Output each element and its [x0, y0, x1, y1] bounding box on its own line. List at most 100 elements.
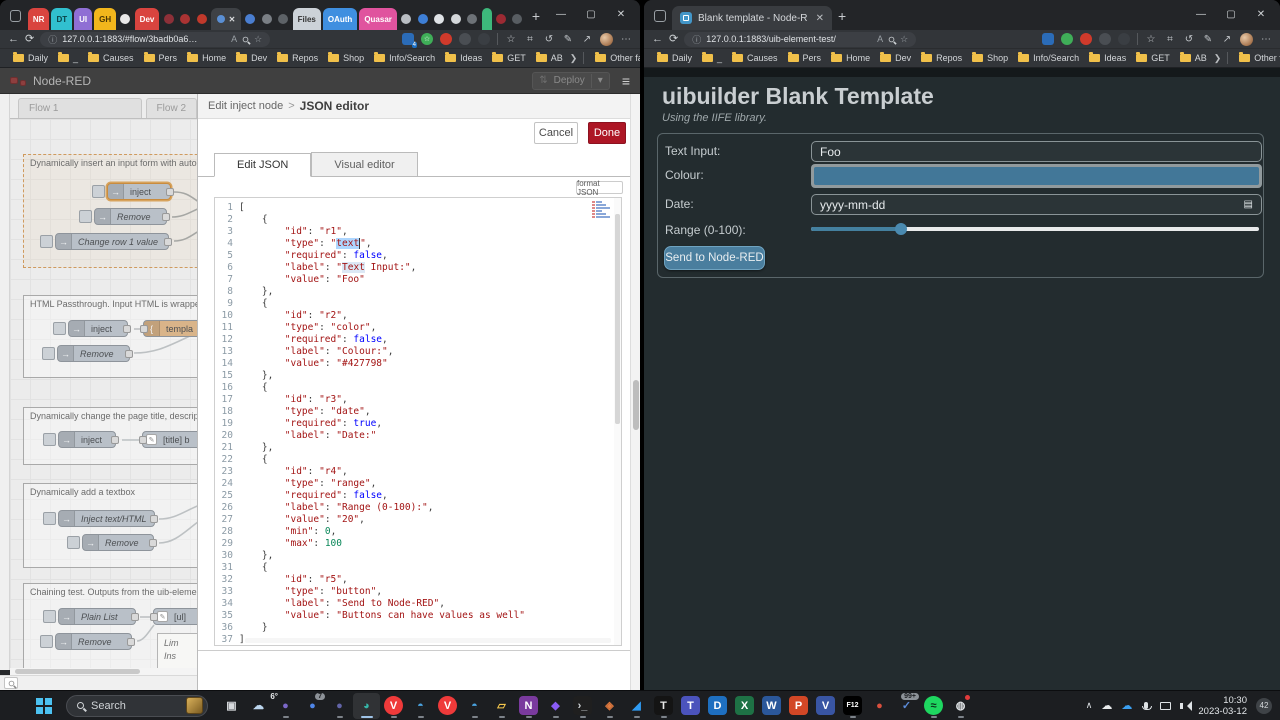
- f12-taskbar-icon[interactable]: F12: [839, 693, 866, 719]
- code-line[interactable]: 18 "type": "date",: [215, 406, 621, 418]
- vscode-taskbar-icon[interactable]: ◢: [623, 693, 650, 719]
- inject-node[interactable]: → inject: [92, 183, 174, 200]
- onedrive-icon[interactable]: ☁: [1121, 699, 1132, 712]
- inject-node[interactable]: → Plain List: [43, 608, 139, 625]
- typora-taskbar-icon[interactable]: T: [650, 693, 677, 719]
- code-line[interactable]: 1[: [215, 202, 621, 214]
- teams-taskbar-icon[interactable]: ●: [326, 693, 353, 719]
- adblock-icon[interactable]: [1080, 33, 1092, 45]
- inject-trigger-button[interactable]: [43, 433, 56, 446]
- tab-darkred-2-icon[interactable]: [178, 8, 193, 30]
- code-line[interactable]: 17 "id": "r3",: [215, 394, 621, 406]
- inject-node[interactable]: → Change row 1 value: [40, 233, 172, 250]
- vivaldi-2-taskbar-icon[interactable]: V: [434, 693, 461, 719]
- code-line[interactable]: 30 },: [215, 550, 621, 562]
- maximize-button[interactable]: ▢: [1216, 0, 1246, 30]
- read-aloud-icon[interactable]: A: [231, 34, 237, 44]
- deploy-options-icon[interactable]: ▾: [598, 75, 603, 86]
- edit-icon[interactable]: ✎: [562, 33, 574, 45]
- password-manager-icon[interactable]: 4: [402, 33, 417, 48]
- bookmarks-chevron-icon[interactable]: ❯: [570, 53, 578, 64]
- close-button[interactable]: ✕: [1246, 0, 1276, 30]
- code-line[interactable]: 7 "value": "Foo": [215, 274, 621, 286]
- template-node[interactable]: {templa: [140, 320, 197, 337]
- tab-dt[interactable]: DT: [51, 8, 73, 30]
- code-line[interactable]: 26 "label": "Range (0-100):",: [215, 502, 621, 514]
- tab-quasar[interactable]: Quasar: [359, 8, 397, 30]
- site-info-icon[interactable]: ⓘ: [48, 33, 57, 46]
- tab-dark-3-icon[interactable]: [510, 8, 525, 30]
- inject-node[interactable]: → Remove: [40, 633, 135, 650]
- tab-visual-editor[interactable]: Visual editor: [311, 152, 418, 176]
- range-slider[interactable]: [811, 223, 1259, 235]
- cookie-extension-icon[interactable]: [478, 33, 490, 45]
- tab-flow-1[interactable]: Flow 1: [18, 98, 142, 118]
- code-line[interactable]: 2 {: [215, 214, 621, 226]
- page-scrollbar[interactable]: [630, 94, 640, 690]
- code-line[interactable]: 34 "label": "Send to Node-RED",: [215, 598, 621, 610]
- tab-grid-icon[interactable]: [465, 8, 480, 30]
- inject-node[interactable]: → inject: [53, 320, 131, 337]
- collections-icon[interactable]: ☆: [505, 33, 517, 45]
- code-line[interactable]: 20 "label": "Date:": [215, 430, 621, 442]
- tab-ui[interactable]: UI: [74, 8, 93, 30]
- code-line[interactable]: 23 "id": "r4",: [215, 466, 621, 478]
- settings-more-icon[interactable]: ⋯: [620, 33, 632, 45]
- search-icon[interactable]: [888, 36, 895, 42]
- word-taskbar-icon[interactable]: W: [758, 693, 785, 719]
- privacy-check-icon[interactable]: ☆: [421, 33, 433, 45]
- calendar-icon[interactable]: ▤: [1244, 199, 1253, 210]
- microphone-icon[interactable]: [1141, 702, 1152, 710]
- volume-icon[interactable]: [1180, 700, 1193, 711]
- bookmark-item[interactable]: Pers: [139, 52, 183, 63]
- inject-node[interactable]: → Inject text/HTML: [43, 510, 158, 527]
- editor-h-scrollbar[interactable]: [245, 638, 611, 643]
- text-input-field[interactable]: Foo: [811, 141, 1262, 162]
- taskbar-search[interactable]: Search: [66, 694, 208, 717]
- inject-node[interactable]: → inject: [43, 431, 119, 448]
- site-info-icon[interactable]: ⓘ: [692, 33, 701, 46]
- dark-extension-icon[interactable]: [459, 33, 471, 45]
- tab-red-3-icon[interactable]: [194, 8, 209, 30]
- code-line[interactable]: 5 "required": false,: [215, 250, 621, 262]
- history-icon[interactable]: ↺: [1183, 33, 1195, 45]
- bookmark-item[interactable]: GET: [1131, 52, 1175, 63]
- code-line[interactable]: 35 "value": "Buttons can have values as …: [215, 610, 621, 622]
- search-icon[interactable]: [242, 36, 249, 42]
- tab-blue-1-icon[interactable]: [243, 8, 258, 30]
- todo-taskbar-icon[interactable]: ✓ 99+: [893, 692, 920, 719]
- bookmark-item[interactable]: AB: [531, 52, 568, 63]
- code-line[interactable]: 15 },: [215, 370, 621, 382]
- bookmark-item[interactable]: Daily: [652, 52, 697, 63]
- tab-search-icon[interactable]: [10, 10, 21, 22]
- code-line[interactable]: 3 "id": "r1",: [215, 226, 621, 238]
- tab-dark-1-icon[interactable]: [260, 8, 275, 30]
- code-line[interactable]: 21 },: [215, 442, 621, 454]
- tab-doc-1-icon[interactable]: [432, 8, 447, 30]
- editor-scrollbar[interactable]: [614, 198, 621, 645]
- weather-taskbar-icon[interactable]: ☁ 6°: [245, 692, 278, 719]
- bookmark-item[interactable]: Causes: [727, 52, 783, 63]
- new-tab-button[interactable]: +: [532, 8, 540, 24]
- inject-trigger-button[interactable]: [40, 635, 53, 648]
- bookmark-item[interactable]: AB: [1175, 52, 1212, 63]
- tab-files[interactable]: Files: [292, 8, 321, 30]
- edit-icon[interactable]: ✎: [1202, 33, 1214, 45]
- history-icon[interactable]: ↺: [543, 33, 555, 45]
- share-icon[interactable]: ↗: [1221, 33, 1233, 45]
- tab-close-icon[interactable]: ✕: [816, 13, 824, 24]
- powerpoint-taskbar-icon[interactable]: P: [785, 693, 812, 719]
- dynamics-taskbar-icon[interactable]: D: [704, 693, 731, 719]
- bookmark-item[interactable]: Home: [182, 52, 231, 63]
- bookmark-item[interactable]: Shop: [323, 52, 369, 63]
- bookmark-item[interactable]: Repos: [916, 52, 967, 63]
- cast-device-icon[interactable]: [1160, 701, 1172, 710]
- other-favourites[interactable]: Other favourites: [1234, 52, 1280, 63]
- tab-nr[interactable]: NR: [27, 8, 50, 30]
- partial-node[interactable]: Lim Ins: [157, 633, 197, 668]
- dark-extension-icon[interactable]: [1099, 33, 1111, 45]
- main-menu-icon[interactable]: ≡: [622, 73, 630, 89]
- teams-t-taskbar-icon[interactable]: T: [677, 693, 704, 719]
- favorite-star-icon[interactable]: ☆: [900, 34, 908, 45]
- privacy-check-icon[interactable]: [1061, 33, 1073, 45]
